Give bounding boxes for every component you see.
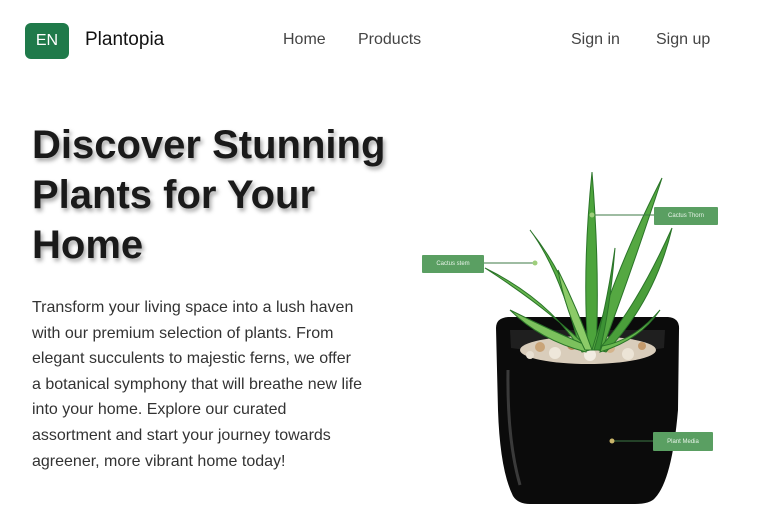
cactus-thorn-label: Cactus Thorn [654, 207, 718, 225]
hero-title: Discover Stunning Plants for Your Home [32, 123, 386, 267]
sign-up-link[interactable]: Sign up [656, 31, 710, 49]
brand-name[interactable]: Plantopia [85, 29, 164, 51]
cactus-stem-label: Cactus stem [422, 255, 484, 273]
cactus-stem-label-text: Cactus stem [436, 261, 470, 267]
cactus-thorn-label-text: Cactus Thorn [668, 213, 704, 219]
page: EN Plantopia Home Products Sign in Sign … [0, 0, 763, 513]
plant-media-label-text: Plant Media [667, 438, 699, 445]
sign-in-link[interactable]: Sign in [571, 31, 620, 49]
hero-description: Transform your living space into a lush … [32, 299, 362, 470]
language-badge[interactable]: EN [25, 23, 69, 59]
nav-home-link[interactable]: Home [283, 31, 326, 49]
nav-products-link[interactable]: Products [358, 31, 421, 49]
language-badge-label: EN [35, 32, 59, 49]
plant-media-label: Plant Media [653, 432, 713, 451]
